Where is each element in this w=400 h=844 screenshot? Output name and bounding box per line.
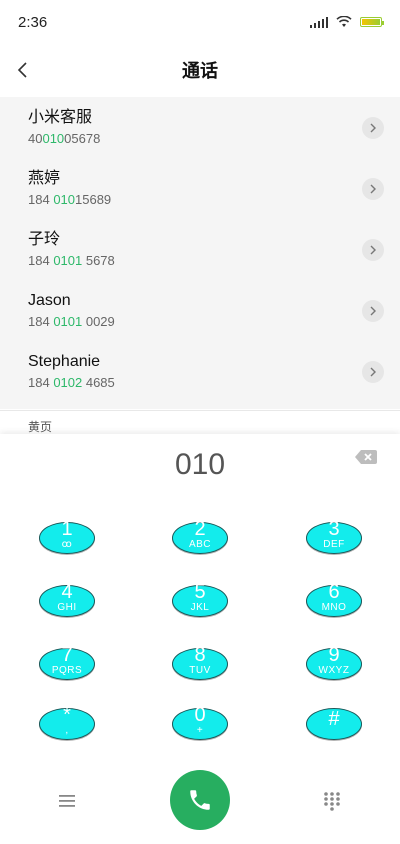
dialer-bottom-bar	[0, 770, 400, 830]
call-button[interactable]	[170, 770, 230, 830]
dialer-panel: 010 1 ꝏ 2 ABC 3 DEF 4 GHI 5 JKL 6 MNO 7 …	[0, 434, 400, 844]
chevron-right-icon	[370, 123, 376, 133]
dial-key-0[interactable]: 0 +	[172, 704, 228, 740]
dial-key-9[interactable]: 9 WXYZ	[306, 644, 362, 680]
contact-detail-button[interactable]	[362, 300, 384, 322]
contact-name: 子玲	[28, 230, 61, 248]
chevron-left-icon	[17, 62, 27, 78]
backspace-button[interactable]	[354, 448, 378, 466]
contact-name: Stephanie	[28, 352, 101, 370]
dial-key-1[interactable]: 1 ꝏ	[39, 518, 95, 554]
dial-key-7[interactable]: 7 PQRS	[39, 644, 95, 680]
menu-icon	[59, 795, 75, 807]
contact-name: Jason	[28, 291, 71, 309]
contact-number: 184 01015689	[28, 191, 112, 207]
status-time: 2:36	[18, 13, 48, 31]
dial-key-8[interactable]: 8 TUV	[172, 644, 228, 680]
dial-key-3[interactable]: 3 DEF	[306, 518, 362, 554]
battery-icon	[360, 17, 384, 27]
contact-number: 184 0102 4685	[28, 374, 115, 390]
chevron-right-icon	[370, 367, 376, 377]
contact-number: 184 0101 5678	[28, 252, 115, 268]
dial-key-5[interactable]: 5 JKL	[172, 581, 228, 617]
contact-row[interactable]: Stephanie 184 0102 4685	[0, 341, 400, 402]
phone-icon	[190, 790, 210, 810]
contact-detail-button[interactable]	[362, 361, 384, 383]
backspace-icon	[355, 450, 377, 464]
menu-button[interactable]	[56, 792, 78, 810]
keypad-icon	[324, 792, 340, 811]
contact-results-list: 小米客服 4001005678 燕婷 184 01015689 子玲 184 0…	[0, 97, 400, 409]
dialed-number-display: 010	[174, 448, 226, 481]
back-button[interactable]	[8, 56, 36, 84]
voicemail-icon: ꝏ	[61, 539, 73, 550]
status-bar: 2:36	[0, 0, 400, 44]
contact-row[interactable]: 子玲 184 0101 5678	[0, 219, 400, 280]
chevron-right-icon	[370, 184, 376, 194]
contact-number: 184 0101 0029	[28, 313, 115, 329]
contact-row[interactable]: Jason 184 0101 0029	[0, 280, 400, 341]
contact-detail-button[interactable]	[362, 239, 384, 261]
keypad-toggle-button[interactable]	[322, 790, 342, 812]
dial-key-hash[interactable]: #	[306, 708, 362, 740]
signal-icon	[310, 16, 328, 28]
dial-key-6[interactable]: 6 MNO	[306, 581, 362, 617]
page-title: 通话	[182, 61, 218, 81]
header: 通话	[0, 44, 400, 96]
contact-name: 小米客服	[28, 108, 93, 126]
contact-detail-button[interactable]	[362, 178, 384, 200]
dial-key-star[interactable]: * ,	[39, 704, 95, 740]
dial-key-2[interactable]: 2 ABC	[172, 518, 228, 554]
contact-name: 燕婷	[28, 169, 61, 187]
contact-number: 4001005678	[28, 130, 101, 146]
contact-row[interactable]: 燕婷 184 01015689	[0, 158, 400, 219]
dial-key-4[interactable]: 4 GHI	[39, 581, 95, 617]
section-label-yellow-pages: 黄页	[0, 410, 400, 436]
contact-detail-button[interactable]	[362, 117, 384, 139]
contact-row[interactable]: 小米客服 4001005678	[0, 97, 400, 158]
chevron-right-icon	[370, 245, 376, 255]
wifi-icon	[336, 16, 352, 27]
chevron-right-icon	[370, 306, 376, 316]
